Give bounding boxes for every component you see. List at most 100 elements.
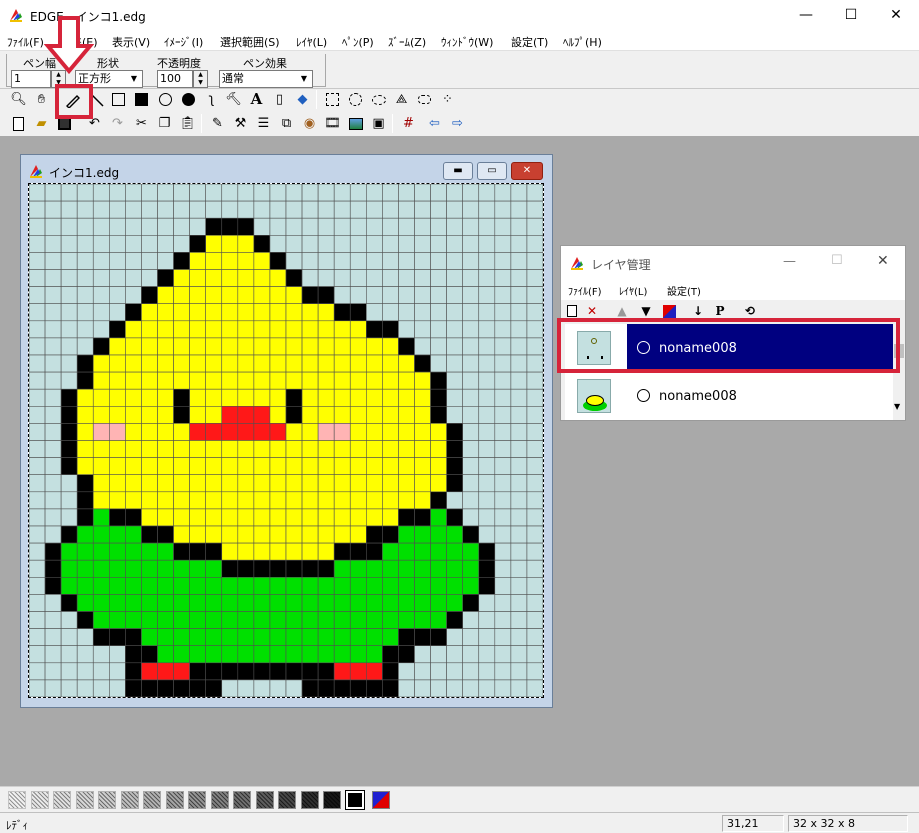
pixel-cell[interactable]: [173, 559, 190, 578]
pixel-cell[interactable]: [253, 269, 271, 287]
pixel-cell[interactable]: [76, 491, 94, 510]
pixel-cell[interactable]: [141, 200, 158, 219]
pixel-cell[interactable]: [301, 252, 319, 270]
pixel-cell[interactable]: [141, 337, 158, 356]
pen-icon[interactable]: [62, 89, 83, 110]
pixel-cell[interactable]: [301, 576, 319, 595]
pixel-cell[interactable]: [269, 269, 287, 287]
pixel-cell[interactable]: [125, 440, 142, 458]
pixel-cell[interactable]: [382, 457, 399, 476]
pixel-cell[interactable]: [60, 406, 78, 424]
pixel-cell[interactable]: [510, 200, 528, 219]
pixel-cell[interactable]: [285, 286, 303, 304]
pixel-cell[interactable]: [414, 234, 431, 253]
pixel-cell[interactable]: [510, 491, 528, 510]
pixel-cell[interactable]: [478, 662, 496, 681]
pixel-cell[interactable]: [382, 679, 399, 697]
pixel-cell[interactable]: [125, 184, 142, 202]
pixel-cell[interactable]: [510, 525, 528, 544]
pixel-cell[interactable]: [478, 269, 496, 287]
pixel-cell[interactable]: [398, 645, 415, 664]
pixel-cell[interactable]: [92, 303, 110, 322]
pixel-cell[interactable]: [92, 576, 110, 595]
pixel-cell[interactable]: [317, 594, 335, 612]
pixel-cell[interactable]: [478, 371, 496, 390]
pixel-cell[interactable]: [494, 662, 512, 681]
pixel-cell[interactable]: [205, 423, 223, 441]
pixel-cell[interactable]: [526, 217, 543, 236]
pixel-cell[interactable]: [76, 457, 94, 476]
pixel-cell[interactable]: [430, 594, 447, 612]
pixel-cell[interactable]: [44, 525, 62, 544]
pixel-cell[interactable]: [333, 576, 351, 595]
pixel-cell[interactable]: [157, 184, 174, 202]
pixel-cell[interactable]: [205, 200, 223, 219]
pixel-cell[interactable]: [478, 457, 496, 476]
pixel-cell[interactable]: [366, 628, 383, 647]
pixel-cell[interactable]: [109, 457, 126, 476]
pixel-cell[interactable]: [382, 286, 399, 304]
pixel-cell[interactable]: [494, 491, 512, 510]
pixel-cell[interactable]: [173, 286, 190, 304]
pixel-cell[interactable]: [125, 525, 142, 544]
pixel-cell[interactable]: [446, 184, 463, 202]
pixel-cell[interactable]: [317, 542, 335, 561]
pixel-cell[interactable]: [189, 542, 206, 561]
pixel-cell[interactable]: [526, 611, 543, 629]
pixel-cell[interactable]: [189, 559, 206, 578]
pixel-cell[interactable]: [398, 662, 415, 681]
menu-zoom[interactable]: ｽﾞｰﾑ(Z): [388, 34, 426, 50]
pixel-cell[interactable]: [76, 645, 94, 664]
pixel-cell[interactable]: [446, 542, 463, 561]
pixel-cell[interactable]: [285, 474, 303, 493]
pixel-cell[interactable]: [430, 423, 447, 441]
drawing-canvas[interactable]: [28, 183, 544, 698]
pixel-cell[interactable]: [173, 337, 190, 356]
pixel-cell[interactable]: [269, 525, 287, 544]
pixel-cell[interactable]: [109, 542, 126, 561]
pixel-cell[interactable]: [189, 371, 206, 390]
pixel-cell[interactable]: [29, 440, 46, 458]
pixel-cell[interactable]: [398, 371, 415, 390]
pixel-cell[interactable]: [398, 611, 415, 629]
pixel-cell[interactable]: [92, 269, 110, 287]
pixel-cell[interactable]: [253, 594, 271, 612]
pixel-cell[interactable]: [510, 474, 528, 493]
pixel-cell[interactable]: [510, 303, 528, 322]
pixel-cell[interactable]: [382, 269, 399, 287]
pixel-cell[interactable]: [92, 184, 110, 202]
pixel-cell[interactable]: [253, 611, 271, 629]
pixel-cell[interactable]: [430, 252, 447, 270]
pixel-cell[interactable]: [141, 559, 158, 578]
pixel-cell[interactable]: [237, 474, 255, 493]
layer-row-selected[interactable]: noname008: [565, 324, 893, 372]
pixel-cell[interactable]: [462, 320, 480, 339]
pattern-swatch[interactable]: [344, 790, 365, 810]
pixel-cell[interactable]: [76, 200, 94, 219]
pixel-cell[interactable]: [366, 388, 383, 407]
pixel-cell[interactable]: [269, 457, 287, 476]
pixel-cell[interactable]: [125, 406, 142, 424]
pixel-cell[interactable]: [173, 371, 190, 390]
pixel-cell[interactable]: [92, 525, 110, 544]
pixel-cell[interactable]: [494, 508, 512, 527]
pixel-cell[interactable]: [29, 525, 46, 544]
select-lasso-icon[interactable]: [368, 89, 389, 110]
pixel-cell[interactable]: [317, 611, 335, 629]
pixel-cell[interactable]: [92, 474, 110, 493]
pixel-cell[interactable]: [221, 252, 239, 270]
pixel-cell[interactable]: [92, 320, 110, 339]
pixel-cell[interactable]: [173, 217, 190, 236]
pixel-cell[interactable]: [109, 440, 126, 458]
pixel-cell[interactable]: [60, 525, 78, 544]
pixel-cell[interactable]: [478, 354, 496, 373]
pixel-cell[interactable]: [382, 388, 399, 407]
menu-pen[interactable]: ﾍﾟﾝ(P): [342, 34, 374, 50]
pixel-cell[interactable]: [205, 457, 223, 476]
pixel-cell[interactable]: [446, 200, 463, 219]
pixel-cell[interactable]: [221, 594, 239, 612]
pixel-cell[interactable]: [141, 388, 158, 407]
pixel-cell[interactable]: [526, 320, 543, 339]
pixel-cell[interactable]: [462, 645, 480, 664]
pixel-cell[interactable]: [173, 611, 190, 629]
